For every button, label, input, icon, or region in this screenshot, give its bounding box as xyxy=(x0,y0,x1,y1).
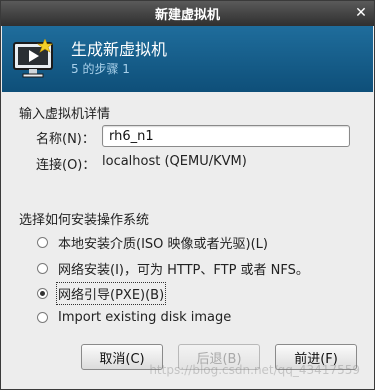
step-indicator: 5 的步骤 1 xyxy=(71,62,130,76)
name-label: 名称(N)： xyxy=(36,132,95,147)
radio-network-boot[interactable]: 网络引导(PXE)(B) xyxy=(37,281,167,305)
radio-label: Import existing disk image xyxy=(58,309,232,325)
radio-button[interactable] xyxy=(37,236,48,248)
radio-button[interactable] xyxy=(37,262,48,274)
radio-network-install[interactable]: 网络安装(I)，可为 HTTP、FTP 或者 NFS。 xyxy=(37,258,309,278)
title-bar[interactable]: 新建虚拟机 ✕ xyxy=(1,1,374,26)
new-vm-dialog: 新建虚拟机 ✕ 生成新虚拟机 5 的步骤 1 输入虚拟机详情 名称(N)： 连接… xyxy=(0,0,375,390)
connection-value: localhost (QEMU/KVM) xyxy=(102,154,247,169)
watermark: https://blog.csdn.net/qq_43417559 xyxy=(149,363,360,377)
radio-button[interactable] xyxy=(37,311,48,323)
radio-import-disk[interactable]: Import existing disk image xyxy=(37,307,231,327)
banner-title: 生成新虚拟机 xyxy=(71,40,168,59)
window-title: 新建虚拟机 xyxy=(154,8,220,23)
details-heading: 输入虚拟机详情 xyxy=(19,107,111,122)
radio-local-media[interactable]: 本地安装介质(ISO 映像或者光驱)(L) xyxy=(37,232,268,252)
radio-label: 本地安装介质(ISO 映像或者光驱)(L) xyxy=(58,236,268,252)
close-icon[interactable]: ✕ xyxy=(354,6,368,20)
radio-label: 网络引导(PXE)(B) xyxy=(55,281,167,305)
radio-label: 网络安装(I)，可为 HTTP、FTP 或者 NFS。 xyxy=(58,262,309,278)
monitor-icon xyxy=(13,39,53,78)
connection-label: 连接(O)： xyxy=(36,158,96,173)
wizard-banner: 生成新虚拟机 5 的步骤 1 xyxy=(2,26,373,92)
install-heading: 选择如何安装操作系统 xyxy=(19,213,150,228)
name-input[interactable] xyxy=(102,125,350,147)
radio-button-selected[interactable] xyxy=(37,287,48,299)
